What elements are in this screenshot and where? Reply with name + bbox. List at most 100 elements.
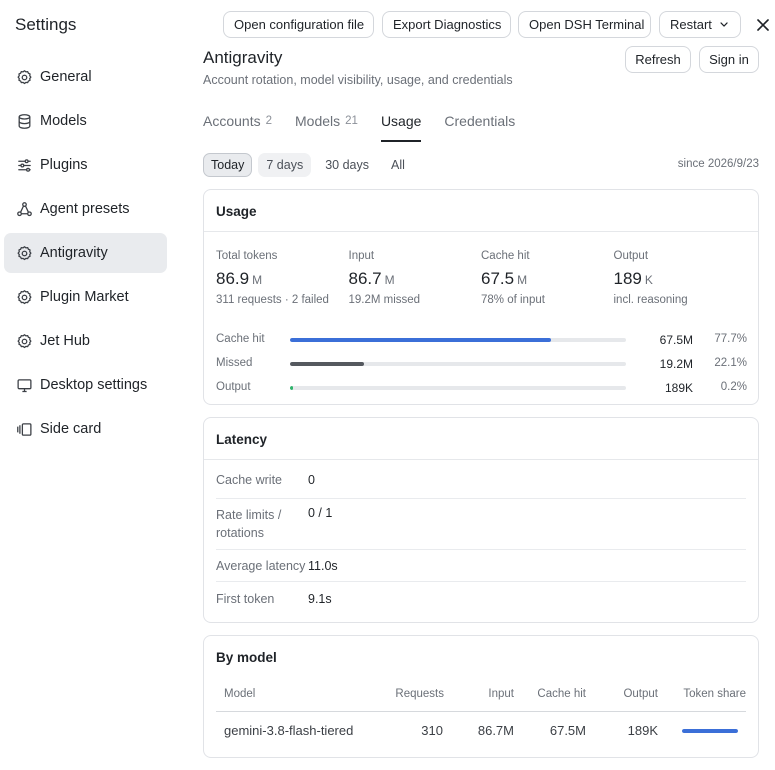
- tab-count: 2: [265, 115, 272, 127]
- model-requests: 310: [421, 722, 443, 738]
- sidebar-item-label: Side card: [40, 421, 102, 437]
- bar-label: Cache hit: [216, 333, 265, 345]
- tab-credentials[interactable]: Credentials: [444, 110, 515, 142]
- bar-row-cache-hit: Cache hit 67.5M 77.7%: [216, 332, 747, 356]
- stat-sub: 311 requests · 2 failed: [216, 294, 329, 306]
- export-diagnostics-button[interactable]: Export Diagnostics: [382, 11, 511, 38]
- column-header: Cache hit: [514, 678, 586, 712]
- latency-list: Cache write 0 Rate limits / rotations 0 …: [216, 461, 746, 616]
- range-all-button[interactable]: All: [383, 153, 413, 177]
- page-subtitle: Account rotation, model visibility, usag…: [203, 73, 513, 87]
- stat-unit: M: [517, 273, 528, 287]
- tab-label: Accounts: [203, 113, 261, 129]
- bar-value: 19.2M: [659, 357, 693, 371]
- bar-row-output: Output 189K 0.2%: [216, 380, 747, 404]
- range-today-button[interactable]: Today: [203, 153, 253, 177]
- sidebar-item-plugin-market[interactable]: Plugin Market: [4, 277, 167, 317]
- stat-label: Output: [613, 250, 649, 262]
- stat-value: 67.5: [481, 269, 515, 288]
- latency-label: Average latency: [216, 558, 306, 573]
- stat-label: Total tokens: [216, 250, 278, 262]
- latency-value: 11.0s: [308, 558, 338, 573]
- stat-label: Cache hit: [481, 250, 530, 262]
- bar-track: [290, 362, 626, 366]
- stat-unit: M: [384, 273, 395, 287]
- sidebar: Settings General Models Plugins Agent pr…: [0, 0, 175, 770]
- sidebar-item-general[interactable]: General: [4, 57, 167, 97]
- latency-card-title: Latency: [204, 418, 758, 460]
- tab-label: Usage: [380, 113, 422, 129]
- range-7-days-button[interactable]: 7 days: [258, 153, 312, 177]
- side-card-icon: [15, 420, 33, 438]
- sidebar-item-models[interactable]: Models: [4, 101, 167, 141]
- latency-value: 9.1s: [308, 592, 332, 606]
- bar-percent: 77.7%: [714, 333, 747, 345]
- tab-bar: Accounts 2 Models 21 Usage Credentials: [203, 110, 538, 142]
- latency-row-first-token: First token 9.1s: [216, 582, 746, 616]
- sign-in-button[interactable]: Sign in: [699, 46, 759, 73]
- open-config-button[interactable]: Open configuration file: [223, 11, 374, 38]
- bar-percent: 0.2%: [720, 381, 747, 393]
- model-output: 189K: [627, 722, 658, 738]
- by-model-card: By model Model Requests Input Cache hit …: [203, 635, 759, 758]
- by-model-card-title: By model: [216, 650, 277, 665]
- latency-value: 0: [308, 472, 315, 487]
- share-track: [682, 729, 738, 734]
- latency-value: 0 / 1: [308, 506, 333, 520]
- sidebar-item-label: Plugin Market: [40, 289, 129, 305]
- sidebar-item-label: Plugins: [40, 157, 88, 173]
- sidebar-title: Settings: [15, 15, 77, 34]
- sidebar-item-side-card[interactable]: Side card: [4, 409, 167, 449]
- refresh-button[interactable]: Refresh: [625, 46, 691, 73]
- gear-icon: [15, 332, 33, 350]
- bar-label: Missed: [216, 357, 253, 369]
- usage-bars: Cache hit 67.5M 77.7% Missed 19.2M 22.1%…: [216, 332, 747, 404]
- gear-icon: [15, 244, 33, 262]
- stat-sub: 19.2M missed: [348, 294, 421, 306]
- sidebar-item-plugins[interactable]: Plugins: [4, 145, 167, 185]
- sidebar-item-antigravity[interactable]: Antigravity: [4, 233, 167, 273]
- stat-value: 189: [613, 269, 642, 288]
- bar-percent: 22.1%: [714, 357, 747, 369]
- sidebar-item-desktop-settings[interactable]: Desktop settings: [4, 365, 167, 405]
- tab-label: Credentials: [444, 113, 516, 129]
- sidebar-item-label: Agent presets: [40, 201, 130, 217]
- sidebar-item-label: Antigravity: [40, 245, 108, 261]
- latency-label: First token: [216, 592, 275, 606]
- since-date: since 2026/9/23: [677, 158, 759, 170]
- restart-button[interactable]: Restart: [659, 11, 741, 38]
- bar-value: 67.5M: [659, 333, 693, 347]
- table-header-row: Model Requests Input Cache hit Output To…: [216, 678, 746, 712]
- latency-label: Cache write: [216, 472, 282, 487]
- usage-card-title: Usage: [204, 190, 758, 232]
- sidebar-item-label: Jet Hub: [40, 333, 90, 349]
- presets-icon: [15, 200, 33, 218]
- range-filter: Today 7 days 30 days All: [203, 153, 419, 177]
- sidebar-item-label: Models: [40, 113, 87, 129]
- tab-models[interactable]: Models 21: [295, 110, 358, 142]
- page-title: Antigravity: [203, 48, 283, 67]
- sidebar-nav: General Models Plugins Agent presets Ant…: [4, 57, 167, 453]
- restart-label: Restart: [670, 17, 712, 32]
- sidebar-item-agent-presets[interactable]: Agent presets: [4, 189, 167, 229]
- tab-usage[interactable]: Usage: [380, 110, 422, 142]
- tab-accounts[interactable]: Accounts 2: [203, 110, 272, 142]
- close-icon[interactable]: [753, 15, 773, 35]
- model-input: 86.7M: [477, 722, 514, 738]
- range-30-days-button[interactable]: 30 days: [317, 153, 377, 177]
- sidebar-item-label: Desktop settings: [40, 377, 148, 393]
- column-header: Token share: [658, 678, 746, 712]
- chevron-down-icon: [720, 22, 728, 27]
- stat-cache-hit: Cache hit 67.5 M 78% of input: [481, 250, 614, 306]
- monitor-icon: [15, 376, 33, 394]
- column-header: Input: [444, 678, 514, 712]
- stat-output: Output 189 K incl. reasoning: [614, 250, 747, 306]
- bar-label: Output: [216, 381, 251, 393]
- latency-row-cache-write: Cache write 0: [216, 461, 746, 499]
- usage-card: Usage Total tokens 86.9 M 311 requests · …: [203, 189, 759, 405]
- by-model-table: Model Requests Input Cache hit Output To…: [216, 678, 746, 749]
- tab-label: Models: [295, 113, 341, 129]
- sidebar-item-jet-hub[interactable]: Jet Hub: [4, 321, 167, 361]
- open-terminal-button[interactable]: Open DSH Terminal: [518, 11, 651, 38]
- usage-stats: Total tokens 86.9 M 311 requests · 2 fail…: [216, 250, 746, 306]
